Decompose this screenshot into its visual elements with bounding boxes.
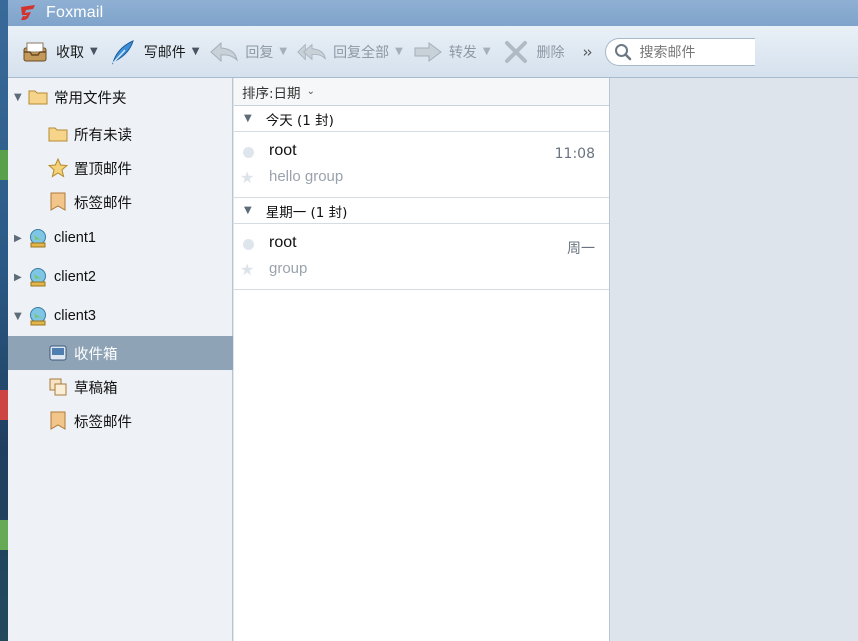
message-time: 11:08 (554, 146, 595, 162)
compose-label: 写邮件 (143, 44, 186, 61)
group-label: 今天 (1 封) (265, 112, 334, 129)
sidebar-item-all-unread[interactable]: 所有未读 (8, 117, 233, 151)
group-label: 星期一 (1 封) (265, 204, 348, 221)
foxmail-logo-icon (21, 5, 35, 21)
sidebar-item-label: client3 (54, 308, 96, 324)
collapse-arrow-icon[interactable]: ▼ (14, 92, 28, 103)
sidebar-item-tagged-client3[interactable]: 标签邮件 (8, 404, 233, 438)
compose-button[interactable]: 写邮件 ▼ (108, 32, 200, 72)
forward-button[interactable]: 转发 ▼ (413, 32, 491, 72)
sidebar-item-label: client2 (54, 269, 96, 285)
account-globe-icon (28, 228, 48, 248)
reply-all-dropdown-icon[interactable]: ▼ (395, 46, 403, 57)
inbox-tray-icon (20, 38, 50, 66)
star-icon[interactable]: ★ (240, 168, 254, 187)
collapse-arrow-icon[interactable]: ▼ (14, 311, 28, 322)
desktop-edge (0, 0, 8, 641)
forward-dropdown-icon[interactable]: ▼ (483, 46, 491, 57)
preview-pane (611, 78, 858, 641)
receive-button[interactable]: 收取 ▼ (20, 32, 98, 72)
receive-dropdown-icon[interactable]: ▼ (90, 46, 98, 57)
message-subject: group (269, 260, 308, 277)
account-globe-icon (28, 306, 48, 326)
list-item[interactable]: ★ root 11:08 hello group (234, 132, 609, 198)
sidebar-item-client3[interactable]: ▼ client3 (8, 299, 233, 333)
sidebar-item-drafts[interactable]: 草稿箱 (8, 370, 233, 404)
read-status-icon[interactable] (243, 239, 254, 250)
sidebar-item-common-folders[interactable]: ▼ 常用文件夹 (8, 80, 233, 114)
reply-button[interactable]: 回复 ▼ (209, 32, 287, 72)
message-sender: root (269, 142, 297, 159)
toolbar: 收取 ▼ 写邮件 ▼ 回复 ▼ 回复全部 ▼ 转发 ▼ 删除 ›› 搜索邮件 (8, 26, 858, 78)
search-icon (614, 43, 631, 60)
sidebar-item-inbox[interactable]: 收件箱 (8, 336, 233, 370)
expand-arrow-icon[interactable]: ▶ (14, 272, 28, 283)
message-list: 排序:日期 ⌄ ▼ 今天 (1 封) ★ root 11:08 hello gr… (234, 78, 610, 641)
sidebar-item-label: 草稿箱 (74, 380, 118, 397)
receive-label: 收取 (56, 44, 84, 61)
reply-all-label: 回复全部 (333, 44, 390, 61)
sidebar-item-label: 标签邮件 (74, 414, 132, 431)
sort-label: 排序:日期 (242, 85, 301, 102)
read-status-icon[interactable] (243, 147, 254, 158)
message-subject: hello group (269, 168, 344, 185)
expand-arrow-icon[interactable]: ▶ (14, 233, 28, 244)
compose-dropdown-icon[interactable]: ▼ (192, 46, 200, 57)
sidebar-item-client1[interactable]: ▶ client1 (8, 221, 233, 255)
delete-label: 删除 (536, 44, 565, 61)
group-header-today[interactable]: ▼ 今天 (1 封) (234, 106, 609, 132)
message-sender: root (269, 234, 297, 251)
sidebar-item-label: 置顶邮件 (74, 161, 132, 178)
folder-icon (48, 124, 68, 144)
desktop-fragment (0, 520, 8, 550)
star-icon (48, 158, 68, 178)
chevron-down-icon: ⌄ (306, 86, 315, 97)
tag-icon (48, 411, 68, 431)
sidebar-item-label: client1 (54, 230, 96, 246)
delete-button[interactable]: 删除 (501, 32, 565, 72)
sidebar-item-label: 所有未读 (74, 127, 132, 144)
reply-all-arrow-icon (297, 38, 327, 66)
desktop-fragment (0, 390, 8, 420)
sidebar-item-label: 常用文件夹 (54, 90, 127, 107)
reply-dropdown-icon[interactable]: ▼ (279, 46, 287, 57)
tag-icon (48, 192, 68, 212)
group-header-monday[interactable]: ▼ 星期一 (1 封) (234, 198, 609, 224)
collapse-arrow-icon[interactable]: ▼ (244, 113, 252, 124)
list-item[interactable]: ★ root 周一 group (234, 224, 609, 290)
title-bar: Foxmail (8, 0, 858, 26)
sidebar-item-label: 收件箱 (74, 346, 118, 363)
folder-sidebar: ▼ 常用文件夹 所有未读 置顶邮件 标签邮件 ▶ client1 ▶ clien… (8, 78, 233, 641)
inbox-icon (48, 343, 68, 363)
sidebar-item-tagged[interactable]: 标签邮件 (8, 185, 233, 219)
more-toolbar-button[interactable]: ›› (583, 43, 593, 61)
drafts-icon (48, 377, 68, 397)
forward-arrow-icon (413, 38, 443, 66)
message-time: 周一 (567, 241, 595, 257)
reply-label: 回复 (245, 44, 274, 61)
reply-arrow-icon (209, 38, 239, 66)
account-globe-icon (28, 267, 48, 287)
desktop-fragment (0, 150, 8, 180)
sidebar-item-pinned[interactable]: 置顶邮件 (8, 151, 233, 185)
forward-label: 转发 (448, 44, 477, 61)
reply-all-button[interactable]: 回复全部 ▼ (297, 32, 403, 72)
feather-pen-icon (108, 38, 138, 66)
sort-selector[interactable]: 排序:日期 ⌄ (234, 78, 609, 106)
window-title: Foxmail (46, 4, 104, 21)
delete-x-icon (501, 38, 531, 66)
sidebar-item-label: 标签邮件 (74, 195, 132, 212)
search-input[interactable]: 搜索邮件 (604, 37, 755, 66)
folder-icon (28, 87, 48, 107)
collapse-arrow-icon[interactable]: ▼ (244, 205, 252, 216)
star-icon[interactable]: ★ (240, 260, 254, 279)
search-placeholder: 搜索邮件 (639, 44, 696, 61)
sidebar-item-client2[interactable]: ▶ client2 (8, 260, 233, 294)
